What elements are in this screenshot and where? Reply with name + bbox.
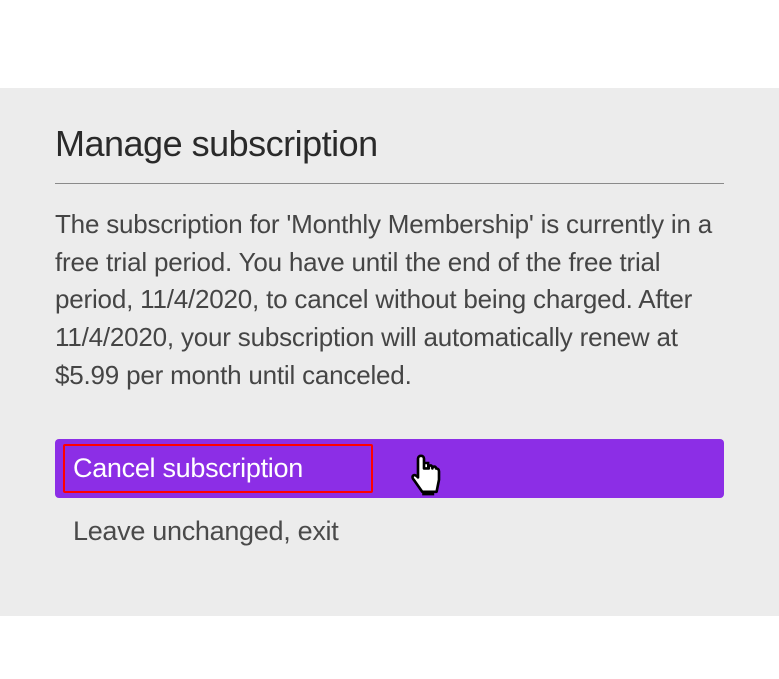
cancel-subscription-button[interactable]: Cancel subscription — [55, 439, 724, 498]
page-title: Manage subscription — [55, 123, 724, 183]
title-divider — [55, 183, 724, 184]
cancel-subscription-label: Cancel subscription — [73, 453, 303, 483]
leave-unchanged-button[interactable]: Leave unchanged, exit — [55, 506, 724, 561]
pointer-cursor-icon — [403, 451, 451, 499]
top-spacer — [0, 0, 779, 88]
subscription-description: The subscription for 'Monthly Membership… — [55, 206, 724, 394]
leave-unchanged-label: Leave unchanged, exit — [73, 516, 338, 546]
subscription-panel: Manage subscription The subscription for… — [0, 88, 779, 616]
